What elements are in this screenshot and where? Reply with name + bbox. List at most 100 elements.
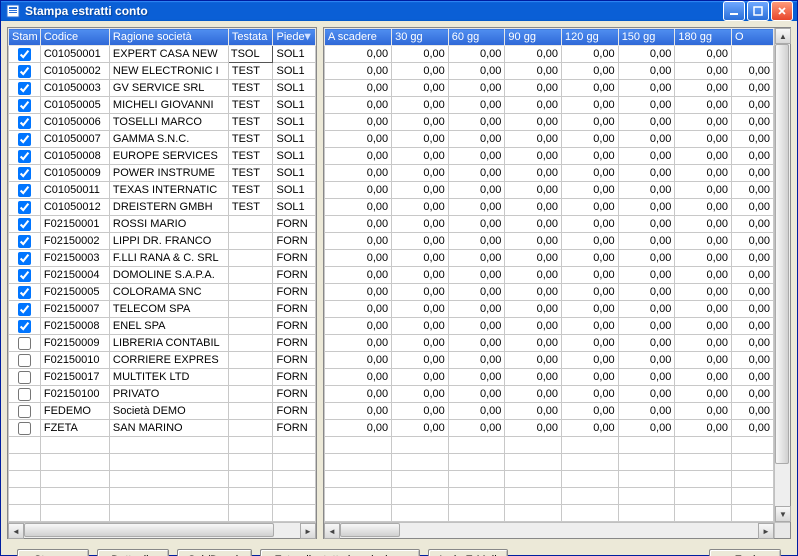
cell-g120[interactable]: 0,00 [562,131,619,148]
cell-g30[interactable]: 0,00 [392,420,449,437]
cell-g120[interactable]: 0,00 [562,250,619,267]
cell-g120[interactable]: 0,00 [562,46,619,63]
cell-g180[interactable]: 0,00 [675,148,732,165]
right-horizontal-scrollbar[interactable]: ◄ ► [324,522,790,538]
col-ascadere[interactable]: A scadere [325,29,392,46]
table-row[interactable]: F02150008ENEL SPAFORN [9,318,316,335]
cell-testata[interactable]: TEST [228,182,273,199]
cell-piede[interactable]: SOL1 [273,114,316,131]
cell-ascadere[interactable]: 0,00 [325,80,392,97]
scroll-thumb[interactable] [340,523,400,537]
dettaglio-button[interactable]: Dettaglio [97,549,169,556]
cell-codice[interactable]: C01050012 [40,199,109,216]
cell-piede[interactable]: SOL1 [273,165,316,182]
cell-g180[interactable]: 0,00 [675,199,732,216]
cell-g60[interactable]: 0,00 [448,233,505,250]
stampa-button[interactable]: Stampa [17,549,89,556]
cell-g150[interactable]: 0,00 [618,148,675,165]
cell-ol[interactable]: 0,00 [731,250,773,267]
cell-ascadere[interactable]: 0,00 [325,46,392,63]
col-90gg[interactable]: 90 gg [505,29,562,46]
cell-g60[interactable]: 0,00 [448,199,505,216]
table-row[interactable]: 0,000,000,000,000,000,000,000,00 [325,148,774,165]
stam-checkbox[interactable] [18,218,31,231]
cell-g150[interactable]: 0,00 [618,369,675,386]
cell-testata[interactable] [228,335,273,352]
cell-testata[interactable] [228,284,273,301]
cell-g120[interactable]: 0,00 [562,216,619,233]
cell-ascadere[interactable]: 0,00 [325,114,392,131]
scroll-track[interactable] [775,44,790,506]
stam-checkbox[interactable] [18,252,31,265]
col-oltre[interactable]: O [731,29,773,46]
cell-ol[interactable]: 0,00 [731,369,773,386]
scroll-right-button[interactable]: ► [758,523,774,539]
cell-ascadere[interactable]: 0,00 [325,420,392,437]
cell-g120[interactable]: 0,00 [562,199,619,216]
cell-stam[interactable] [9,114,41,131]
col-150gg[interactable]: 150 gg [618,29,675,46]
cell-testata[interactable] [228,301,273,318]
table-row[interactable]: 0,000,000,000,000,000,000,000,00 [325,131,774,148]
cell-testata[interactable] [228,369,273,386]
cell-g90[interactable]: 0,00 [505,216,562,233]
cell-ragione[interactable]: ROSSI MARIO [109,216,228,233]
cell-g60[interactable]: 0,00 [448,165,505,182]
cell-g60[interactable]: 0,00 [448,369,505,386]
cell-ol[interactable]: 0,00 [731,199,773,216]
cell-g180[interactable]: 0,00 [675,386,732,403]
stam-checkbox[interactable] [18,150,31,163]
cell-g60[interactable]: 0,00 [448,267,505,284]
cell-g180[interactable]: 0,00 [675,165,732,182]
cell-g180[interactable]: 0,00 [675,97,732,114]
cell-g60[interactable]: 0,00 [448,420,505,437]
cell-g150[interactable]: 0,00 [618,216,675,233]
cell-ascadere[interactable]: 0,00 [325,131,392,148]
dropdown-icon[interactable]: ▼ [302,31,313,43]
cell-g30[interactable]: 0,00 [392,199,449,216]
cell-g60[interactable]: 0,00 [448,131,505,148]
table-row[interactable]: C01050003GV SERVICE SRLTESTSOL1 [9,80,316,97]
cell-g120[interactable]: 0,00 [562,335,619,352]
table-row[interactable]: 0,000,000,000,000,000,000,000,00 [325,250,774,267]
cell-g30[interactable]: 0,00 [392,233,449,250]
cell-g150[interactable]: 0,00 [618,165,675,182]
cell-g60[interactable]: 0,00 [448,63,505,80]
cell-g180[interactable]: 0,00 [675,114,732,131]
cell-g90[interactable]: 0,00 [505,420,562,437]
table-row[interactable]: F02150005COLORAMA SNCFORN [9,284,316,301]
table-row[interactable]: 0,000,000,000,000,000,000,000,00 [325,182,774,199]
cell-ol[interactable]: 0,00 [731,335,773,352]
cell-piede[interactable]: FORN [273,284,316,301]
cell-ol[interactable]: 0,00 [731,318,773,335]
stam-checkbox[interactable] [18,337,31,350]
cell-piede[interactable]: FORN [273,267,316,284]
cell-ragione[interactable]: GAMMA S.N.C. [109,131,228,148]
cell-g180[interactable]: 0,00 [675,80,732,97]
maximize-button[interactable] [747,1,769,21]
cell-piede[interactable]: SOL1 [273,182,316,199]
cell-g90[interactable]: 0,00 [505,165,562,182]
cell-piede[interactable]: FORN [273,216,316,233]
cell-ascadere[interactable]: 0,00 [325,369,392,386]
cell-g90[interactable]: 0,00 [505,267,562,284]
table-row[interactable]: C01050002NEW ELECTRONIC ITESTSOL1 [9,63,316,80]
cell-codice[interactable]: F02150002 [40,233,109,250]
cell-ascadere[interactable]: 0,00 [325,352,392,369]
cell-testata[interactable]: TEST [228,165,273,182]
cell-stam[interactable] [9,369,41,386]
table-row[interactable]: 0,000,000,000,000,000,000,000,00 [325,420,774,437]
cell-ascadere[interactable]: 0,00 [325,403,392,420]
cell-ragione[interactable]: POWER INSTRUME [109,165,228,182]
scroll-right-button[interactable]: ► [300,523,316,539]
cell-ragione[interactable]: EUROPE SERVICES [109,148,228,165]
table-row[interactable]: F02150004DOMOLINE S.A.P.A.FORN [9,267,316,284]
cell-stam[interactable] [9,335,41,352]
cell-ragione[interactable]: EXPERT CASA NEW [109,46,228,63]
cell-ol[interactable]: 0,00 [731,352,773,369]
cell-testata[interactable] [228,386,273,403]
cell-testata[interactable]: TEST [228,131,273,148]
cell-codice[interactable]: C01050005 [40,97,109,114]
cell-g30[interactable]: 0,00 [392,165,449,182]
cell-g180[interactable]: 0,00 [675,301,732,318]
